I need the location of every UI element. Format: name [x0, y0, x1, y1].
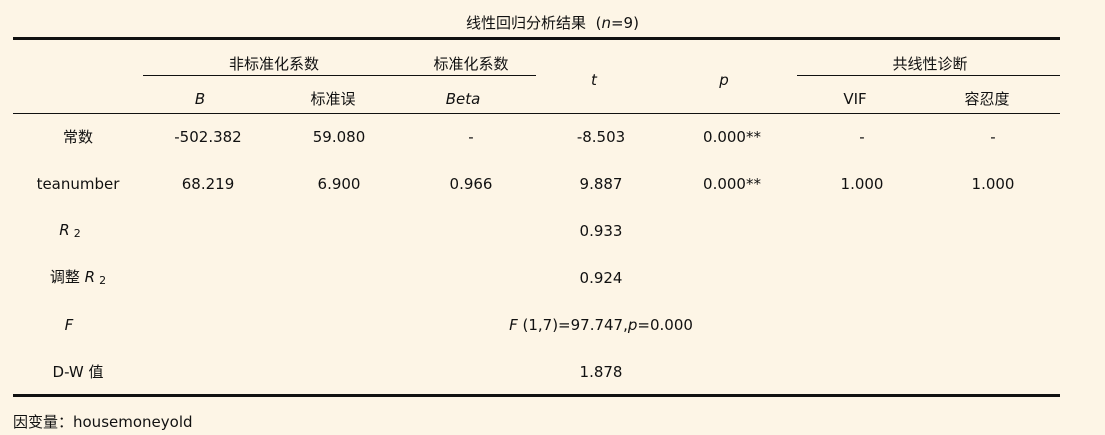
cell-f-value: F (1,7)=97.747,p=0.000 [509, 316, 693, 334]
cell-dw-value: 1.878 [579, 363, 623, 381]
cell-teanumber-t: 9.887 [579, 175, 623, 193]
group-rule-coefficients [143, 75, 536, 76]
bottom-rule [13, 394, 1060, 397]
header-col-vif: VIF [843, 90, 867, 108]
cell-teanumber-p: 0.000** [703, 175, 761, 193]
title-paren-close: ) [633, 14, 639, 32]
header-col-b: B [194, 90, 206, 108]
cell-r2-value: 0.933 [579, 222, 623, 240]
cell-constant-se: 59.080 [312, 128, 366, 146]
title-n-label: n [601, 14, 611, 32]
header-group-unstandardized: 非标准化系数 [228, 55, 320, 73]
row-label-adjusted-r2: 调整 R2 [50, 268, 106, 288]
cell-teanumber-tolerance: 1.000 [971, 175, 1015, 193]
header-group-collinearity: 共线性诊断 [892, 55, 968, 73]
footnote-dependent-variable: 因变量：housemoneyold [13, 413, 193, 431]
cell-constant-b: -502.382 [174, 128, 242, 146]
row-label-r2: R2 [59, 221, 80, 241]
title-n-value: =9 [610, 14, 634, 32]
header-col-beta: Beta [445, 90, 481, 108]
top-rule [13, 37, 1060, 40]
f-p-symbol: p [627, 316, 638, 334]
row-label-constant: 常数 [62, 128, 94, 146]
cell-constant-t: -8.503 [576, 128, 626, 146]
header-rule [13, 113, 1060, 114]
f-df-value: (1,7)=97.747, [517, 316, 628, 334]
row-label-f: F [64, 316, 74, 334]
cell-constant-p: 0.000** [703, 128, 761, 146]
adjusted-r2-symbol: R [84, 268, 96, 286]
cell-teanumber-b: 68.219 [181, 175, 235, 193]
f-p-value: =0.000 [637, 316, 693, 334]
cell-teanumber-se: 6.900 [317, 175, 361, 193]
adjusted-r2-subscript: 2 [99, 274, 107, 287]
cell-constant-beta: - [468, 128, 474, 146]
header-group-standardized: 标准化系数 [433, 55, 509, 73]
r2-subscript: 2 [73, 227, 81, 240]
header-col-p: p [719, 71, 729, 89]
row-label-teanumber: teanumber [36, 175, 120, 193]
cell-teanumber-beta: 0.966 [449, 175, 493, 193]
row-label-dw: D-W 值 [52, 363, 104, 381]
title-text: 线性回归分析结果 [466, 14, 587, 32]
f-symbol: F [509, 316, 518, 334]
adjusted-prefix: 调整 [49, 268, 80, 286]
group-rule-collinearity [797, 75, 1060, 76]
cell-constant-tolerance: - [990, 128, 996, 146]
cell-adjusted-r2-value: 0.924 [579, 269, 623, 287]
header-col-se: 标准误 [310, 90, 356, 108]
r2-symbol: R [59, 221, 70, 239]
header-col-tolerance: 容忍度 [964, 90, 1010, 108]
cell-constant-vif: - [859, 128, 865, 146]
header-col-t: t [591, 71, 597, 89]
table-title: 线性回归分析结果 (n=9) [0, 14, 1105, 32]
cell-teanumber-vif: 1.000 [840, 175, 884, 193]
